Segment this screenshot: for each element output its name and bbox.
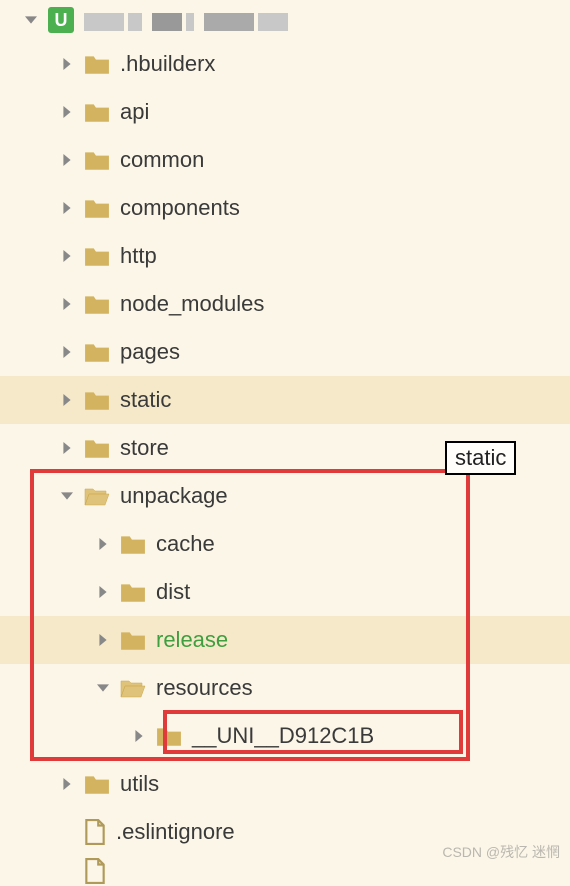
- tree-item-dist[interactable]: dist: [0, 568, 570, 616]
- tooltip: static: [445, 441, 516, 475]
- chevron-right-icon: [60, 442, 74, 454]
- tree-item-components[interactable]: components: [0, 184, 570, 232]
- folder-icon: [84, 53, 110, 75]
- chevron-down-icon: [24, 14, 38, 26]
- chevron-right-icon: [60, 298, 74, 310]
- tree-item-label: unpackage: [120, 483, 228, 509]
- folder-icon: [120, 533, 146, 555]
- tree-item-label: api: [120, 99, 149, 125]
- tree-item-static[interactable]: static: [0, 376, 570, 424]
- folder-icon: [84, 773, 110, 795]
- watermark: CSDN @残忆 迷惘: [442, 842, 560, 862]
- folder-icon: [84, 389, 110, 411]
- tree-item-api[interactable]: api: [0, 88, 570, 136]
- tree-item-label: .hbuilderx: [120, 51, 215, 77]
- tree-item-label: utils: [120, 771, 159, 797]
- folder-icon: [84, 293, 110, 315]
- tree-item-cache[interactable]: cache: [0, 520, 570, 568]
- chevron-right-icon: [60, 778, 74, 790]
- folder-icon: [84, 245, 110, 267]
- tree-item-label: resources: [156, 675, 253, 701]
- chevron-right-icon: [96, 538, 110, 550]
- chevron-right-icon: [60, 346, 74, 358]
- app-icon: U: [48, 7, 74, 33]
- file-icon: [84, 858, 106, 884]
- file-icon: [84, 819, 106, 845]
- chevron-right-icon: [60, 202, 74, 214]
- folder-icon: [120, 581, 146, 603]
- folder-icon: [84, 341, 110, 363]
- tree-item-label: http: [120, 243, 157, 269]
- tree-item-label: .eslintignore: [116, 819, 235, 845]
- tree-root-row[interactable]: U: [0, 0, 570, 40]
- tree-item-label: cache: [156, 531, 215, 557]
- chevron-right-icon: [60, 154, 74, 166]
- folder-icon: [84, 149, 110, 171]
- chevron-right-icon: [60, 106, 74, 118]
- tree-item-http[interactable]: http: [0, 232, 570, 280]
- tree-item-label: static: [120, 387, 171, 413]
- tree-item-node-modules[interactable]: node_modules: [0, 280, 570, 328]
- chevron-right-icon: [96, 634, 110, 646]
- tree-item-hbuilderx[interactable]: .hbuilderx: [0, 40, 570, 88]
- tree-item-label: store: [120, 435, 169, 461]
- folder-icon: [120, 629, 146, 651]
- folder-open-icon: [120, 677, 146, 699]
- tree-item-resources[interactable]: resources: [0, 664, 570, 712]
- chevron-down-icon: [60, 490, 74, 502]
- folder-icon: [156, 725, 182, 747]
- chevron-right-icon: [96, 586, 110, 598]
- tree-item-uni-dir[interactable]: __UNI__D912C1B: [0, 712, 570, 760]
- tree-item-unpackage[interactable]: unpackage: [0, 472, 570, 520]
- chevron-right-icon: [60, 58, 74, 70]
- tree-item-utils[interactable]: utils: [0, 760, 570, 808]
- tree-item-label: common: [120, 147, 204, 173]
- chevron-right-icon: [60, 250, 74, 262]
- folder-open-icon: [84, 485, 110, 507]
- tree-item-label: components: [120, 195, 240, 221]
- tree-item-release[interactable]: release: [0, 616, 570, 664]
- tree-item-common[interactable]: common: [0, 136, 570, 184]
- tree-item-label: __UNI__D912C1B: [192, 723, 374, 749]
- tree-item-label: release: [156, 627, 228, 653]
- tree-item-pages[interactable]: pages: [0, 328, 570, 376]
- tree-item-label: dist: [156, 579, 190, 605]
- project-name-obscured: [84, 8, 292, 32]
- folder-icon: [84, 437, 110, 459]
- tree-item-label: node_modules: [120, 291, 264, 317]
- chevron-right-icon: [132, 730, 146, 742]
- folder-icon: [84, 101, 110, 123]
- chevron-right-icon: [60, 394, 74, 406]
- chevron-down-icon: [96, 682, 110, 694]
- tree-item-label: pages: [120, 339, 180, 365]
- folder-icon: [84, 197, 110, 219]
